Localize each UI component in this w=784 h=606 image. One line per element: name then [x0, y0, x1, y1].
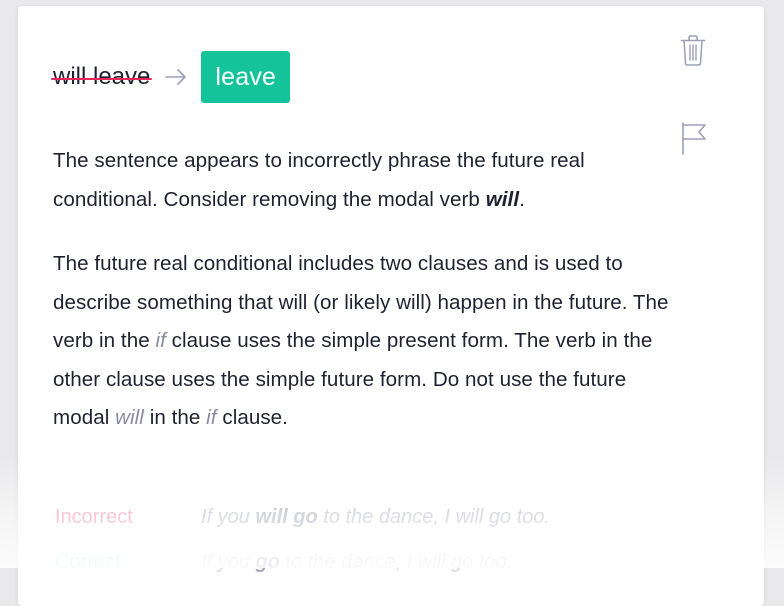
- detail-text-d: clause.: [216, 406, 288, 430]
- replacement-row: will leave leave: [50, 51, 291, 103]
- detail-keyword-will: will: [115, 406, 144, 430]
- example-label: Incorrect: [55, 506, 133, 528]
- example-pre: If you: [201, 506, 256, 528]
- example-emphasis: will go: [255, 506, 318, 528]
- example-post: to the dance, I will go too.: [317, 506, 551, 528]
- example-post: to the dance, I will go too.: [279, 551, 513, 573]
- replacement-button[interactable]: leave: [201, 51, 291, 103]
- original-text: will leave: [50, 63, 153, 90]
- explanation-summary: The sentence appears to incorrectly phra…: [53, 142, 673, 219]
- example-pre: If you: [201, 551, 256, 573]
- detail-keyword-if: if: [155, 329, 166, 353]
- example-emphasis: go: [255, 551, 280, 573]
- flag-icon[interactable]: [681, 121, 707, 155]
- example-sentence: If you will go to the dance, I will go t…: [201, 502, 721, 532]
- example-sentence: If you go to the dance, I will go too.: [201, 547, 721, 577]
- example-label: Correct: [55, 551, 121, 573]
- detail-text-c: in the: [143, 406, 207, 430]
- trash-icon[interactable]: [680, 34, 706, 68]
- explanation-detail: The future real conditional includes two…: [53, 245, 673, 438]
- detail-keyword-if-2: if: [206, 406, 217, 430]
- summary-keyword: will: [485, 187, 520, 211]
- summary-end: .: [519, 187, 525, 211]
- arrow-right-icon: [165, 69, 187, 85]
